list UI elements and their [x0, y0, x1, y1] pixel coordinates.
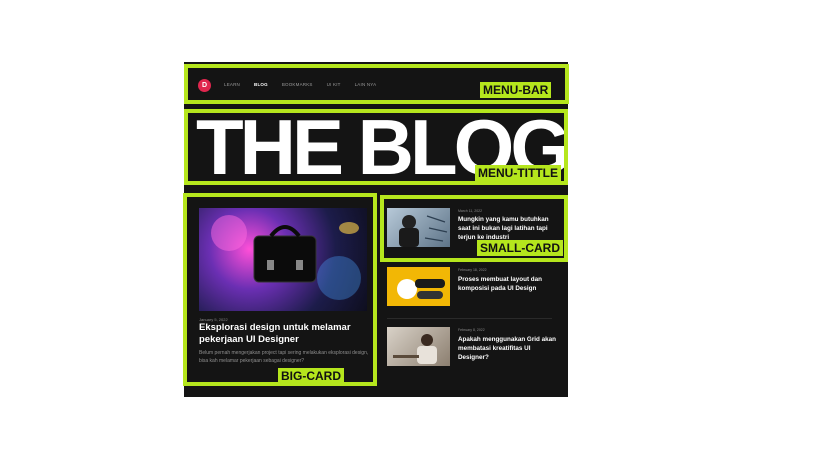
small-card-label: SMALL-CARD: [477, 240, 563, 256]
menu-title-label: MENU-TITTLE: [475, 165, 561, 181]
small-card-image[interactable]: [387, 267, 450, 306]
small-card-date: February 18, 2022: [458, 268, 487, 272]
robot-arm-illustration: [397, 279, 445, 299]
small-card-title[interactable]: Proses membuat layout dan komposisi pada…: [458, 275, 558, 293]
small-card-image[interactable]: [387, 327, 450, 366]
divider: [387, 318, 552, 319]
big-card-highlight: [183, 193, 377, 386]
person-working-illustration: [393, 334, 437, 364]
big-card-label: BIG-CARD: [278, 368, 344, 384]
small-card-title[interactable]: Apakah menggunakan Grid akan membatasi k…: [458, 335, 558, 362]
small-card-date: February 8, 2022: [458, 328, 485, 332]
menu-bar-label: MENU-BAR: [480, 82, 552, 98]
